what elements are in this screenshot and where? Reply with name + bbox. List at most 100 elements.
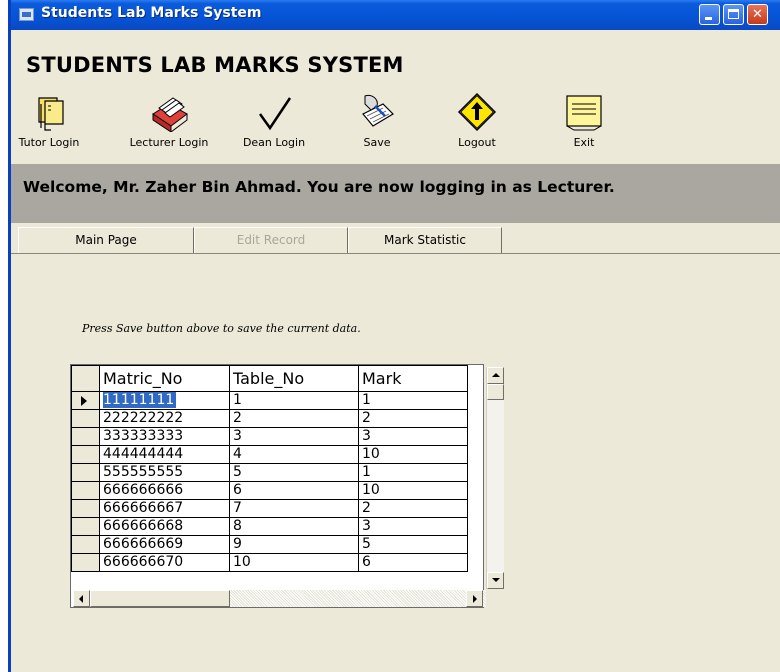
table-no-cell[interactable]: 9 (229, 535, 359, 554)
horizontal-scrollbar[interactable] (73, 590, 486, 607)
tab-strip: Main Page Edit Record Mark Statistic (11, 223, 780, 254)
table-no-cell[interactable]: 3 (229, 427, 359, 446)
save-instruction: Press Save button above to save the curr… (82, 322, 361, 335)
header-row: Matric_No Table_No Mark (71, 365, 468, 392)
table-no-cell[interactable]: 5 (229, 463, 359, 482)
scroll-right-icon (473, 595, 477, 603)
save-label: Save (363, 136, 391, 149)
exit-label: Exit (573, 136, 595, 149)
table-row[interactable]: 11111111 1 1 (71, 391, 468, 410)
table-row[interactable]: 555555555 5 1 (71, 463, 468, 482)
arrow-sign-icon (457, 92, 497, 132)
maximize-button[interactable] (723, 4, 744, 25)
tab-main-page[interactable]: Main Page (18, 227, 194, 253)
mark-cell[interactable]: 6 (358, 553, 468, 572)
marks-table: Matric_No Table_No Mark 11111111 1 1 222… (71, 365, 468, 572)
row-selector[interactable] (71, 445, 100, 464)
tab-edit-record[interactable]: Edit Record (194, 227, 348, 253)
table-no-cell[interactable]: 1 (229, 391, 359, 410)
vertical-scrollbar[interactable] (486, 367, 504, 589)
app-icon (19, 8, 34, 21)
row-selector-header (71, 365, 100, 392)
logout-label: Logout (458, 136, 496, 149)
current-row-pointer-icon (81, 396, 87, 406)
scroll-down-button[interactable] (487, 572, 504, 589)
mark-cell[interactable]: 3 (358, 427, 468, 446)
maximize-icon (724, 5, 743, 24)
card-index-icon (152, 97, 188, 132)
marks-grid[interactable]: Matric_No Table_No Mark 11111111 1 1 222… (70, 364, 484, 608)
mark-cell[interactable]: 10 (358, 481, 468, 500)
row-selector[interactable] (71, 391, 100, 410)
mark-cell[interactable]: 2 (358, 499, 468, 518)
close-button[interactable]: ✕ (747, 4, 768, 25)
mark-cell[interactable]: 3 (358, 517, 468, 536)
table-row[interactable]: 444444444 4 10 (71, 445, 468, 464)
scroll-down-icon (492, 578, 500, 582)
table-no-cell[interactable]: 7 (229, 499, 359, 518)
matric-no-cell[interactable]: 555555555 (99, 463, 230, 482)
table-row[interactable]: 666666670 10 6 (71, 553, 468, 572)
table-row[interactable]: 666666667 7 2 (71, 499, 468, 518)
mark-cell[interactable]: 2 (358, 409, 468, 428)
horizontal-scroll-thumb[interactable] (90, 590, 230, 607)
row-selector[interactable] (71, 553, 100, 572)
window-title: Students Lab Marks System (41, 5, 262, 21)
minimize-button[interactable] (699, 4, 720, 25)
tutor-login-button[interactable]: Tutor Login (13, 92, 85, 152)
welcome-message: Welcome, Mr. Zaher Bin Ahmad. You are no… (23, 178, 615, 196)
mark-cell[interactable]: 5 (358, 535, 468, 554)
matric-no-cell[interactable]: 666666668 (99, 517, 230, 536)
table-no-cell[interactable]: 4 (229, 445, 359, 464)
row-selector[interactable] (71, 499, 100, 518)
table-no-cell[interactable]: 2 (229, 409, 359, 428)
exit-button[interactable]: Exit (559, 92, 609, 152)
tab-mark-statistic[interactable]: Mark Statistic (348, 227, 502, 253)
save-button[interactable]: Save (347, 92, 407, 152)
scroll-up-icon (492, 373, 500, 377)
scroll-left-button[interactable] (73, 590, 90, 607)
row-selector[interactable] (71, 409, 100, 428)
minimize-icon (700, 5, 719, 24)
mark-cell[interactable]: 1 (358, 463, 468, 482)
mark-cell[interactable]: 1 (358, 391, 468, 410)
matric-no-cell[interactable]: 666666666 (99, 481, 230, 500)
scroll-up-button[interactable] (487, 367, 504, 384)
column-header-matric-no[interactable]: Matric_No (99, 365, 230, 392)
app-heading: STUDENTS LAB MARKS SYSTEM (26, 53, 404, 77)
row-selector[interactable] (71, 463, 100, 482)
mark-cell[interactable]: 10 (358, 445, 468, 464)
notebook-icon (38, 97, 64, 131)
table-no-cell[interactable]: 8 (229, 517, 359, 536)
vertical-scroll-thumb[interactable] (487, 384, 504, 400)
dean-login-button[interactable]: Dean Login (229, 92, 319, 152)
scroll-left-icon (79, 595, 83, 603)
matric-no-cell[interactable]: 333333333 (99, 427, 230, 446)
scroll-right-button[interactable] (466, 590, 483, 607)
writing-hand-icon (362, 95, 394, 127)
tutor-login-label: Tutor Login (18, 136, 80, 149)
matric-no-cell[interactable]: 666666669 (99, 535, 230, 554)
column-header-table-no[interactable]: Table_No (229, 365, 359, 392)
row-selector[interactable] (71, 481, 100, 500)
title-bar[interactable]: Students Lab Marks System ✕ (11, 0, 780, 30)
table-row[interactable]: 666666666 6 10 (71, 481, 468, 500)
lecturer-login-label: Lecturer Login (129, 136, 209, 149)
row-selector[interactable] (71, 517, 100, 536)
matric-no-cell[interactable]: 666666670 (99, 553, 230, 572)
table-row[interactable]: 666666668 8 3 (71, 517, 468, 536)
logout-button[interactable]: Logout (447, 92, 507, 152)
row-selector[interactable] (71, 535, 100, 554)
matric-no-cell[interactable]: 444444444 (99, 445, 230, 464)
lecturer-login-button[interactable]: Lecturer Login (119, 92, 219, 152)
matric-no-cell[interactable]: 11111111 (99, 391, 230, 410)
table-row[interactable]: 333333333 3 3 (71, 427, 468, 446)
matric-no-cell[interactable]: 666666667 (99, 499, 230, 518)
row-selector[interactable] (71, 427, 100, 446)
column-header-mark[interactable]: Mark (358, 365, 468, 392)
table-no-cell[interactable]: 6 (229, 481, 359, 500)
table-row[interactable]: 666666669 9 5 (71, 535, 468, 554)
table-no-cell[interactable]: 10 (229, 553, 359, 572)
matric-no-cell[interactable]: 222222222 (99, 409, 230, 428)
table-row[interactable]: 222222222 2 2 (71, 409, 468, 428)
